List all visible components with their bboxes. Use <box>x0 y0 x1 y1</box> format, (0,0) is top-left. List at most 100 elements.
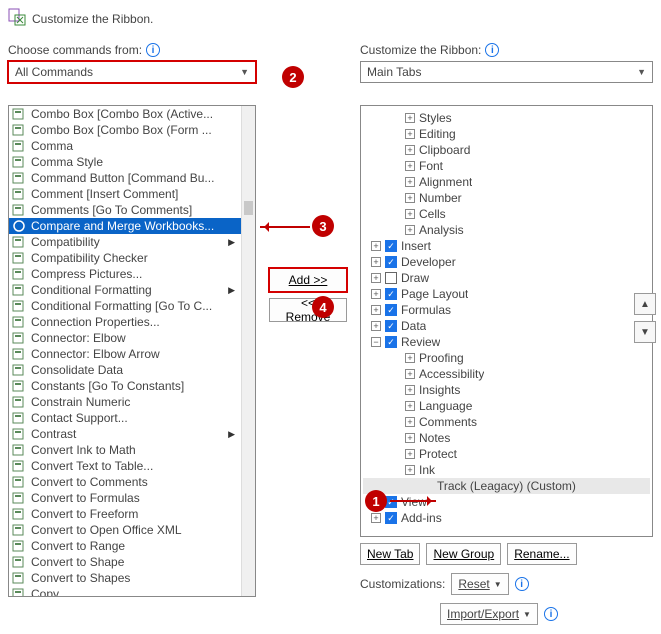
list-item[interactable]: Compatibility Checker <box>9 250 241 266</box>
list-item[interactable]: Convert to Shapes <box>9 570 241 586</box>
list-item[interactable]: Compare and Merge Workbooks... <box>9 218 241 234</box>
move-down-button[interactable]: ▼ <box>634 321 656 343</box>
expand-toggle[interactable]: + <box>405 385 415 395</box>
list-item[interactable]: Compress Pictures... <box>9 266 241 282</box>
list-item[interactable]: Command Button [Command Bu... <box>9 170 241 186</box>
tree-row[interactable]: +Notes <box>363 430 650 446</box>
expand-toggle[interactable]: + <box>405 161 415 171</box>
expand-toggle[interactable]: + <box>405 369 415 379</box>
list-item[interactable]: Convert to Range <box>9 538 241 554</box>
expand-toggle[interactable]: + <box>405 177 415 187</box>
info-icon[interactable]: i <box>515 577 529 591</box>
expand-toggle[interactable]: + <box>405 417 415 427</box>
checkbox[interactable] <box>385 512 397 524</box>
tree-row[interactable]: +Editing <box>363 126 650 142</box>
scroll-thumb[interactable] <box>244 201 253 215</box>
expand-toggle[interactable]: + <box>405 465 415 475</box>
tree-row[interactable]: +Comments <box>363 414 650 430</box>
list-item[interactable]: Comment [Insert Comment] <box>9 186 241 202</box>
list-item[interactable]: Constrain Numeric <box>9 394 241 410</box>
tree-row[interactable]: +Formulas <box>363 302 650 318</box>
add-button[interactable]: Add >> <box>269 268 347 292</box>
list-item[interactable]: Convert to Open Office XML <box>9 522 241 538</box>
checkbox[interactable] <box>385 256 397 268</box>
list-item[interactable]: Convert to Formulas <box>9 490 241 506</box>
import-export-dropdown[interactable]: Import/Export▼ <box>440 603 538 625</box>
commands-listbox[interactable]: Combo Box [Combo Box (Active...Combo Box… <box>8 105 256 597</box>
expand-toggle[interactable]: + <box>371 289 381 299</box>
list-item[interactable]: Comments [Go To Comments] <box>9 202 241 218</box>
list-item[interactable]: Convert Ink to Math <box>9 442 241 458</box>
expand-toggle[interactable]: + <box>371 513 381 523</box>
list-item[interactable]: Connector: Elbow Arrow <box>9 346 241 362</box>
expand-toggle[interactable]: + <box>405 113 415 123</box>
expand-toggle[interactable]: + <box>405 193 415 203</box>
tree-row[interactable]: +Insert <box>363 238 650 254</box>
move-up-button[interactable]: ▲ <box>634 293 656 315</box>
checkbox[interactable] <box>385 288 397 300</box>
info-icon[interactable]: i <box>544 607 558 621</box>
new-group-button[interactable]: New Group <box>426 543 501 565</box>
reset-dropdown[interactable]: Reset▼ <box>451 573 508 595</box>
list-item[interactable]: Conditional Formatting [Go To C... <box>9 298 241 314</box>
expand-toggle[interactable]: + <box>405 449 415 459</box>
tree-row[interactable]: +Number <box>363 190 650 206</box>
expand-toggle[interactable]: + <box>371 257 381 267</box>
list-item[interactable]: Conditional Formatting▶ <box>9 282 241 298</box>
tree-row[interactable]: +Analysis <box>363 222 650 238</box>
tree-row[interactable]: +Add-ins <box>363 510 650 526</box>
list-item[interactable]: Convert Text to Table... <box>9 458 241 474</box>
list-item[interactable]: Connection Properties... <box>9 314 241 330</box>
list-item[interactable]: Convert to Comments <box>9 474 241 490</box>
tree-row[interactable]: +Cells <box>363 206 650 222</box>
checkbox[interactable] <box>385 272 397 284</box>
new-tab-button[interactable]: New Tab <box>360 543 420 565</box>
checkbox[interactable] <box>385 240 397 252</box>
expand-toggle[interactable]: + <box>405 225 415 235</box>
tree-row[interactable]: +Developer <box>363 254 650 270</box>
rename-button[interactable]: Rename... <box>507 543 576 565</box>
info-icon[interactable]: i <box>146 43 160 57</box>
tree-row[interactable]: +Alignment <box>363 174 650 190</box>
tree-row[interactable]: +Language <box>363 398 650 414</box>
list-item[interactable]: Combo Box [Combo Box (Form ... <box>9 122 241 138</box>
tree-row[interactable]: +Styles <box>363 110 650 126</box>
list-item[interactable]: Contact Support... <box>9 410 241 426</box>
ribbon-tabs-dropdown[interactable]: Main Tabs ▼ <box>360 61 653 83</box>
list-item[interactable]: Combo Box [Combo Box (Active... <box>9 106 241 122</box>
list-item[interactable]: Comma Style <box>9 154 241 170</box>
tree-row[interactable]: +Protect <box>363 446 650 462</box>
tree-row[interactable]: +View <box>363 494 650 510</box>
list-item[interactable]: Contrast▶ <box>9 426 241 442</box>
expand-toggle[interactable]: + <box>371 321 381 331</box>
list-item[interactable]: Constants [Go To Constants] <box>9 378 241 394</box>
expand-toggle[interactable]: − <box>371 337 381 347</box>
commands-from-dropdown[interactable]: All Commands ▼ <box>8 61 256 83</box>
expand-toggle[interactable]: + <box>405 209 415 219</box>
checkbox[interactable] <box>385 304 397 316</box>
tree-row[interactable]: +Font <box>363 158 650 174</box>
tree-row[interactable]: +Clipboard <box>363 142 650 158</box>
checkbox[interactable] <box>385 336 397 348</box>
tree-row[interactable]: +Data <box>363 318 650 334</box>
expand-toggle[interactable]: + <box>405 401 415 411</box>
tree-row[interactable]: Track (Leagacy) (Custom) <box>363 478 650 494</box>
remove-button[interactable]: << Remove <box>269 298 347 322</box>
list-item[interactable]: Copy <box>9 586 241 596</box>
scrollbar[interactable] <box>241 106 255 596</box>
tree-row[interactable]: −Review <box>363 334 650 350</box>
expand-toggle[interactable]: + <box>405 433 415 443</box>
list-item[interactable]: Connector: Elbow <box>9 330 241 346</box>
list-item[interactable]: Compatibility▶ <box>9 234 241 250</box>
list-item[interactable]: Convert to Shape <box>9 554 241 570</box>
expand-toggle[interactable]: + <box>371 305 381 315</box>
tree-row[interactable]: +Ink <box>363 462 650 478</box>
expand-toggle[interactable]: + <box>405 353 415 363</box>
list-item[interactable]: Convert to Freeform <box>9 506 241 522</box>
list-item[interactable]: Consolidate Data <box>9 362 241 378</box>
tree-row[interactable]: +Page Layout <box>363 286 650 302</box>
info-icon[interactable]: i <box>485 43 499 57</box>
expand-toggle[interactable]: + <box>371 241 381 251</box>
checkbox[interactable] <box>385 320 397 332</box>
tree-row[interactable]: +Accessibility <box>363 366 650 382</box>
